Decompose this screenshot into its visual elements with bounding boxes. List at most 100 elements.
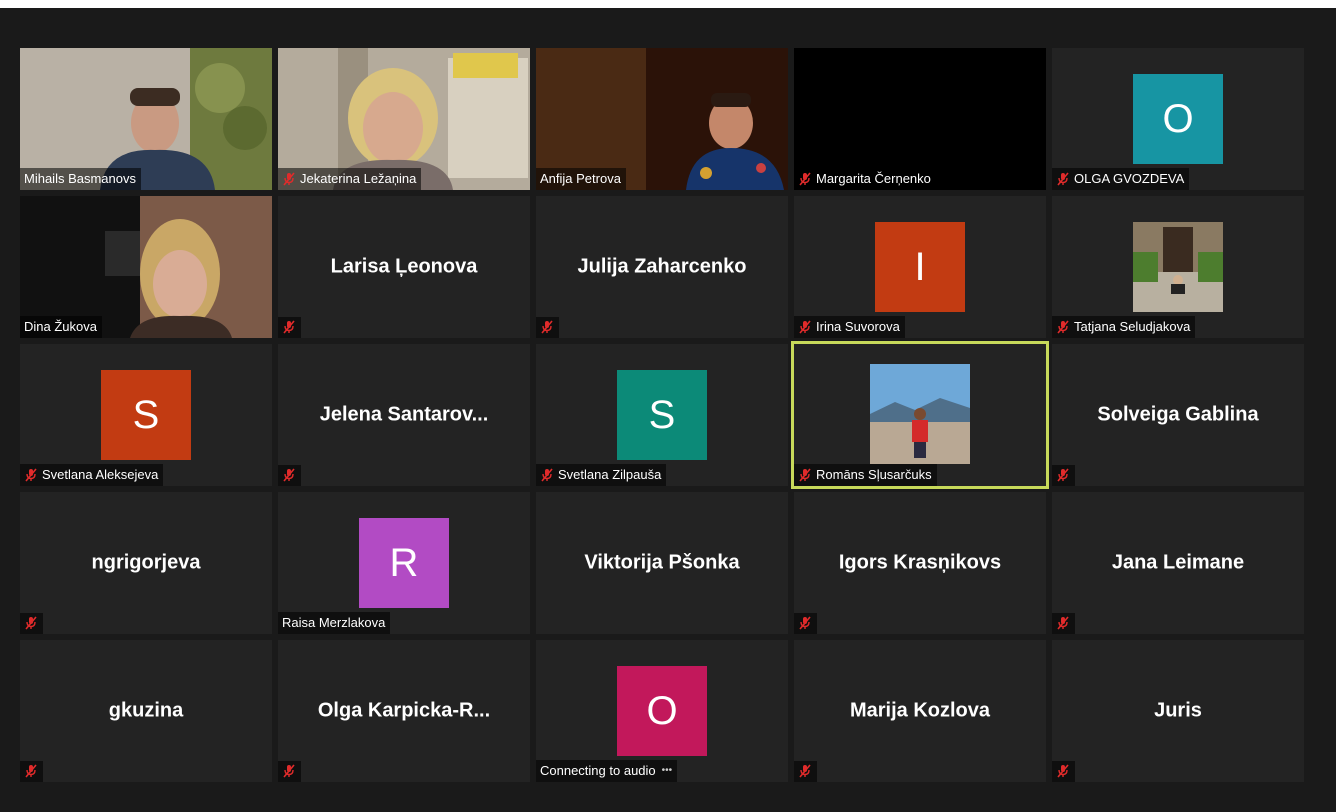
participant-tile[interactable]: R Raisa Merzlakova: [278, 492, 530, 634]
participant-tile[interactable]: Jana Leimane: [1052, 492, 1304, 634]
participant-name-label: Mihails Basmanovs: [24, 171, 136, 186]
participant-tile[interactable]: Romāns Sļusarčuks: [791, 341, 1049, 489]
participant-name-label: Svetlana Aleksejeva: [42, 467, 159, 482]
participant-name-label: Jekaterina Ležaņina: [300, 171, 417, 186]
name-label-bar: [278, 317, 301, 338]
name-label-bar: Irina Suvorova: [794, 316, 905, 338]
name-label-bar: OLGA GVOZDEVA: [1052, 168, 1190, 190]
participant-tile[interactable]: Jelena Santarov...: [278, 344, 530, 486]
participant-tile[interactable]: Anfija Petrova: [536, 48, 788, 190]
microphone-muted-icon: [24, 616, 38, 630]
microphone-muted-icon: [282, 764, 296, 778]
participant-name-label: Dina Žukova: [24, 319, 97, 334]
microphone-muted-icon: [24, 467, 38, 482]
microphone-muted-icon: [798, 764, 812, 778]
participant-name-large: Marija Kozlova: [849, 699, 991, 722]
participant-name-large: gkuzina: [108, 699, 184, 722]
name-label-bar: Raisa Merzlakova: [278, 612, 391, 634]
name-label-bar: [278, 761, 301, 782]
participant-name-label: Svetlana Zilpauša: [558, 467, 662, 482]
avatar: I: [875, 222, 965, 312]
microphone-muted-icon: [540, 320, 554, 334]
participant-tile[interactable]: Juris: [1052, 640, 1304, 782]
profile-photo: [870, 364, 970, 464]
connecting-dots-icon: •••: [661, 765, 673, 776]
participant-name-label: Tatjana Seludjakova: [1074, 319, 1191, 334]
name-label-bar: Jekaterina Ležaņina: [278, 168, 422, 190]
name-label-bar: Tatjana Seludjakova: [1052, 316, 1196, 338]
participant-tile[interactable]: Mihails Basmanovs: [20, 48, 272, 190]
name-label-bar: Svetlana Aleksejeva: [20, 464, 164, 486]
name-label-bar: Romāns Sļusarčuks: [794, 464, 937, 486]
participant-tile[interactable]: Julija Zaharcenko: [536, 196, 788, 338]
microphone-muted-icon: [1056, 764, 1070, 778]
participant-tile[interactable]: Olga Karpicka-R...: [278, 640, 530, 782]
participant-tile[interactable]: S Svetlana Zilpauša: [536, 344, 788, 486]
participant-name-large: Olga Karpicka-R...: [317, 699, 491, 722]
participant-tile[interactable]: O Connecting to audio •••: [536, 640, 788, 782]
avatar: R: [359, 518, 449, 608]
name-label-bar: Connecting to audio •••: [536, 760, 678, 782]
name-label-bar: Svetlana Zilpauša: [536, 464, 667, 486]
participant-name-large: Viktorija Pšonka: [584, 551, 740, 574]
microphone-muted-icon: [282, 468, 296, 482]
microphone-muted-icon: [540, 467, 554, 482]
participant-name-label: Connecting to audio: [540, 763, 656, 778]
participant-name-label: Irina Suvorova: [816, 319, 900, 334]
participant-tile[interactable]: Igors Krasņikovs: [794, 492, 1046, 634]
avatar: O: [1133, 74, 1223, 164]
name-label-bar: [1052, 613, 1075, 634]
participant-name-label: Anfija Petrova: [540, 171, 621, 186]
name-label-bar: Anfija Petrova: [536, 168, 626, 190]
microphone-muted-icon: [798, 171, 812, 186]
microphone-muted-icon: [1056, 319, 1070, 334]
participant-tile[interactable]: O OLGA GVOZDEVA: [1052, 48, 1304, 190]
participant-name-label: OLGA GVOZDEVA: [1074, 171, 1185, 186]
name-label-bar: [20, 613, 43, 634]
participant-tile[interactable]: Jekaterina Ležaņina: [278, 48, 530, 190]
microphone-muted-icon: [282, 171, 296, 186]
microphone-muted-icon: [1056, 468, 1070, 482]
microphone-muted-icon: [798, 319, 812, 334]
microphone-muted-icon: [798, 616, 812, 630]
participant-tile[interactable]: Dina Žukova: [20, 196, 272, 338]
name-label-bar: [1052, 761, 1075, 782]
participant-name-large: Igors Krasņikovs: [838, 551, 1002, 574]
name-label-bar: [536, 317, 559, 338]
participant-name-large: Jelena Santarov...: [319, 403, 489, 426]
participant-tile[interactable]: Viktorija Pšonka: [536, 492, 788, 634]
zoom-meeting-window: Mihails Basmanovs Jekaterina Ležaņina Anfi…: [0, 8, 1336, 812]
avatar: S: [101, 370, 191, 460]
participant-tile[interactable]: S Svetlana Aleksejeva: [20, 344, 272, 486]
microphone-muted-icon: [1056, 616, 1070, 630]
name-label-bar: [278, 465, 301, 486]
name-label-bar: [794, 613, 817, 634]
participant-name-label: Romāns Sļusarčuks: [816, 467, 932, 482]
participant-tile[interactable]: Solveiga Gablina: [1052, 344, 1304, 486]
name-label-bar: Margarita Čerņenko: [794, 168, 936, 190]
participant-tile[interactable]: Tatjana Seludjakova: [1052, 196, 1304, 338]
name-label-bar: Dina Žukova: [20, 316, 102, 338]
participant-name-large: Jana Leimane: [1111, 551, 1245, 574]
microphone-muted-icon: [24, 764, 38, 778]
gallery-grid: Mihails Basmanovs Jekaterina Ležaņina Anfi…: [20, 48, 1304, 782]
participant-name-large: Solveiga Gablina: [1097, 403, 1259, 426]
participant-tile[interactable]: ngrigorjeva: [20, 492, 272, 634]
name-label-bar: Mihails Basmanovs: [20, 168, 141, 190]
microphone-muted-icon: [282, 320, 296, 334]
microphone-muted-icon: [1056, 171, 1070, 186]
participant-tile[interactable]: Margarita Čerņenko: [794, 48, 1046, 190]
name-label-bar: [794, 761, 817, 782]
participant-name-large: Julija Zaharcenko: [577, 255, 747, 278]
participant-tile[interactable]: Marija Kozlova: [794, 640, 1046, 782]
participant-name-large: ngrigorjeva: [91, 551, 201, 574]
participant-tile[interactable]: Larisa Ļeonova: [278, 196, 530, 338]
name-label-bar: [20, 761, 43, 782]
participant-tile[interactable]: I Irina Suvorova: [794, 196, 1046, 338]
participant-tile[interactable]: gkuzina: [20, 640, 272, 782]
participant-name-large: Juris: [1154, 699, 1202, 722]
participant-name-label: Raisa Merzlakova: [282, 615, 386, 630]
profile-photo: [1133, 222, 1223, 312]
name-label-bar: [1052, 465, 1075, 486]
participant-name-label: Margarita Čerņenko: [816, 171, 931, 186]
